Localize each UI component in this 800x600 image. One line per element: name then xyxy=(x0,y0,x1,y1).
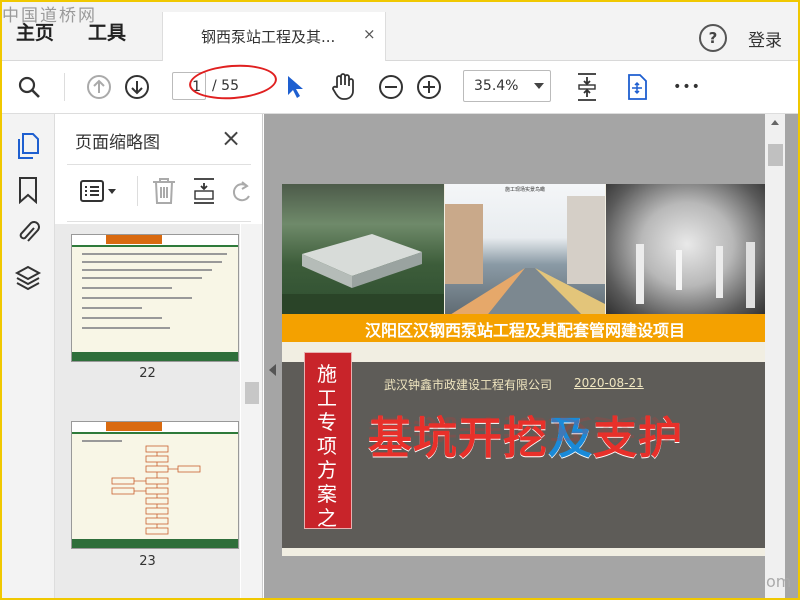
document-tab[interactable]: 钢西泵站工程及其... × xyxy=(162,12,386,61)
scrollbar-thumb[interactable] xyxy=(768,144,783,166)
zoom-select[interactable]: 35.4% xyxy=(463,70,551,102)
page-thumbnails-icon[interactable] xyxy=(16,132,40,164)
thumbnail-page-number: 23 xyxy=(139,554,156,569)
tab-bar: 主页 工具 钢西泵站工程及其... × ? 登录 xyxy=(2,2,798,61)
rotate-view-icon[interactable] xyxy=(622,61,652,113)
slide-page: 施工现场实景鸟瞰 汉阳区汉钢西泵站工程及其配套管网建设项目 施工专项方案之 武汉… xyxy=(282,184,768,556)
search-icon[interactable] xyxy=(14,61,44,113)
thumbnail-panel: 页面缩略图 × 22 23 xyxy=(55,114,263,598)
app-window: 主页 工具 钢西泵站工程及其... × ? 登录 1 / 55 35.4% ••… xyxy=(2,2,798,598)
bookmark-icon[interactable] xyxy=(18,176,38,208)
underground-station-photo xyxy=(606,184,768,318)
zoom-out-icon[interactable] xyxy=(376,61,406,113)
help-icon[interactable]: ? xyxy=(699,24,727,52)
hand-tool-icon[interactable] xyxy=(328,61,358,113)
select-cursor-icon[interactable] xyxy=(282,61,308,113)
flowchart-thumbnail xyxy=(111,445,201,535)
annotation-oval xyxy=(187,61,279,103)
previous-page-arrow-icon[interactable] xyxy=(269,364,276,376)
watermark-text: 中国道桥网 xyxy=(2,6,97,26)
title-reflection: 基坑开挖及支护 xyxy=(368,412,683,444)
login-button[interactable]: 登录 xyxy=(748,26,782,51)
document-scrollbar[interactable] xyxy=(765,114,785,598)
next-page-icon[interactable] xyxy=(122,61,152,113)
attachment-icon[interactable] xyxy=(16,218,40,250)
scrollbar-thumb[interactable] xyxy=(245,382,259,404)
page-thumbnail-23[interactable] xyxy=(71,421,239,549)
document-date: 2020-08-21 xyxy=(574,376,644,390)
divider xyxy=(67,221,251,222)
thumbnail-options-icon[interactable] xyxy=(79,178,119,208)
fit-page-icon[interactable] xyxy=(572,61,602,113)
rotate-page-icon[interactable] xyxy=(231,178,253,208)
document-tab-title: 钢西泵站工程及其... xyxy=(201,28,336,46)
side-rail xyxy=(2,114,55,598)
panel-title: 页面缩略图 xyxy=(75,133,160,153)
delete-icon[interactable] xyxy=(151,176,177,210)
page-thumbnail-22[interactable] xyxy=(71,234,239,362)
project-banner: 汉阳区汉钢西泵站工程及其配套管网建设项目 xyxy=(364,321,685,340)
extract-page-icon[interactable] xyxy=(191,176,217,210)
scroll-up-icon[interactable] xyxy=(771,120,779,125)
close-tab-icon[interactable]: × xyxy=(363,25,376,43)
thumbnail-page-number: 22 xyxy=(139,366,156,381)
close-panel-icon[interactable]: × xyxy=(221,126,241,150)
document-view[interactable]: 施工现场实景鸟瞰 汉阳区汉钢西泵站工程及其配套管网建设项目 施工专项方案之 武汉… xyxy=(264,114,798,598)
more-options-icon[interactable]: ••• xyxy=(670,61,704,113)
previous-page-icon[interactable] xyxy=(84,61,114,113)
divider xyxy=(67,164,251,165)
street-view-photo: 施工现场实景鸟瞰 xyxy=(445,184,605,318)
zoom-in-icon[interactable] xyxy=(414,61,444,113)
zoom-value: 35.4% xyxy=(474,78,519,94)
layers-icon[interactable] xyxy=(14,264,42,296)
thumbnail-list: 22 23 xyxy=(55,224,240,598)
thumbnail-scrollbar[interactable] xyxy=(241,224,262,598)
toolbar: 1 / 55 35.4% ••• xyxy=(2,61,798,114)
aerial-rendering-photo xyxy=(282,184,444,318)
ribbon-label: 施工专项方案之 xyxy=(317,362,337,530)
watermark-text: om xyxy=(766,572,792,591)
chevron-down-icon xyxy=(534,83,544,89)
company-name: 武汉钟鑫市政建设工程有限公司 xyxy=(384,378,553,392)
